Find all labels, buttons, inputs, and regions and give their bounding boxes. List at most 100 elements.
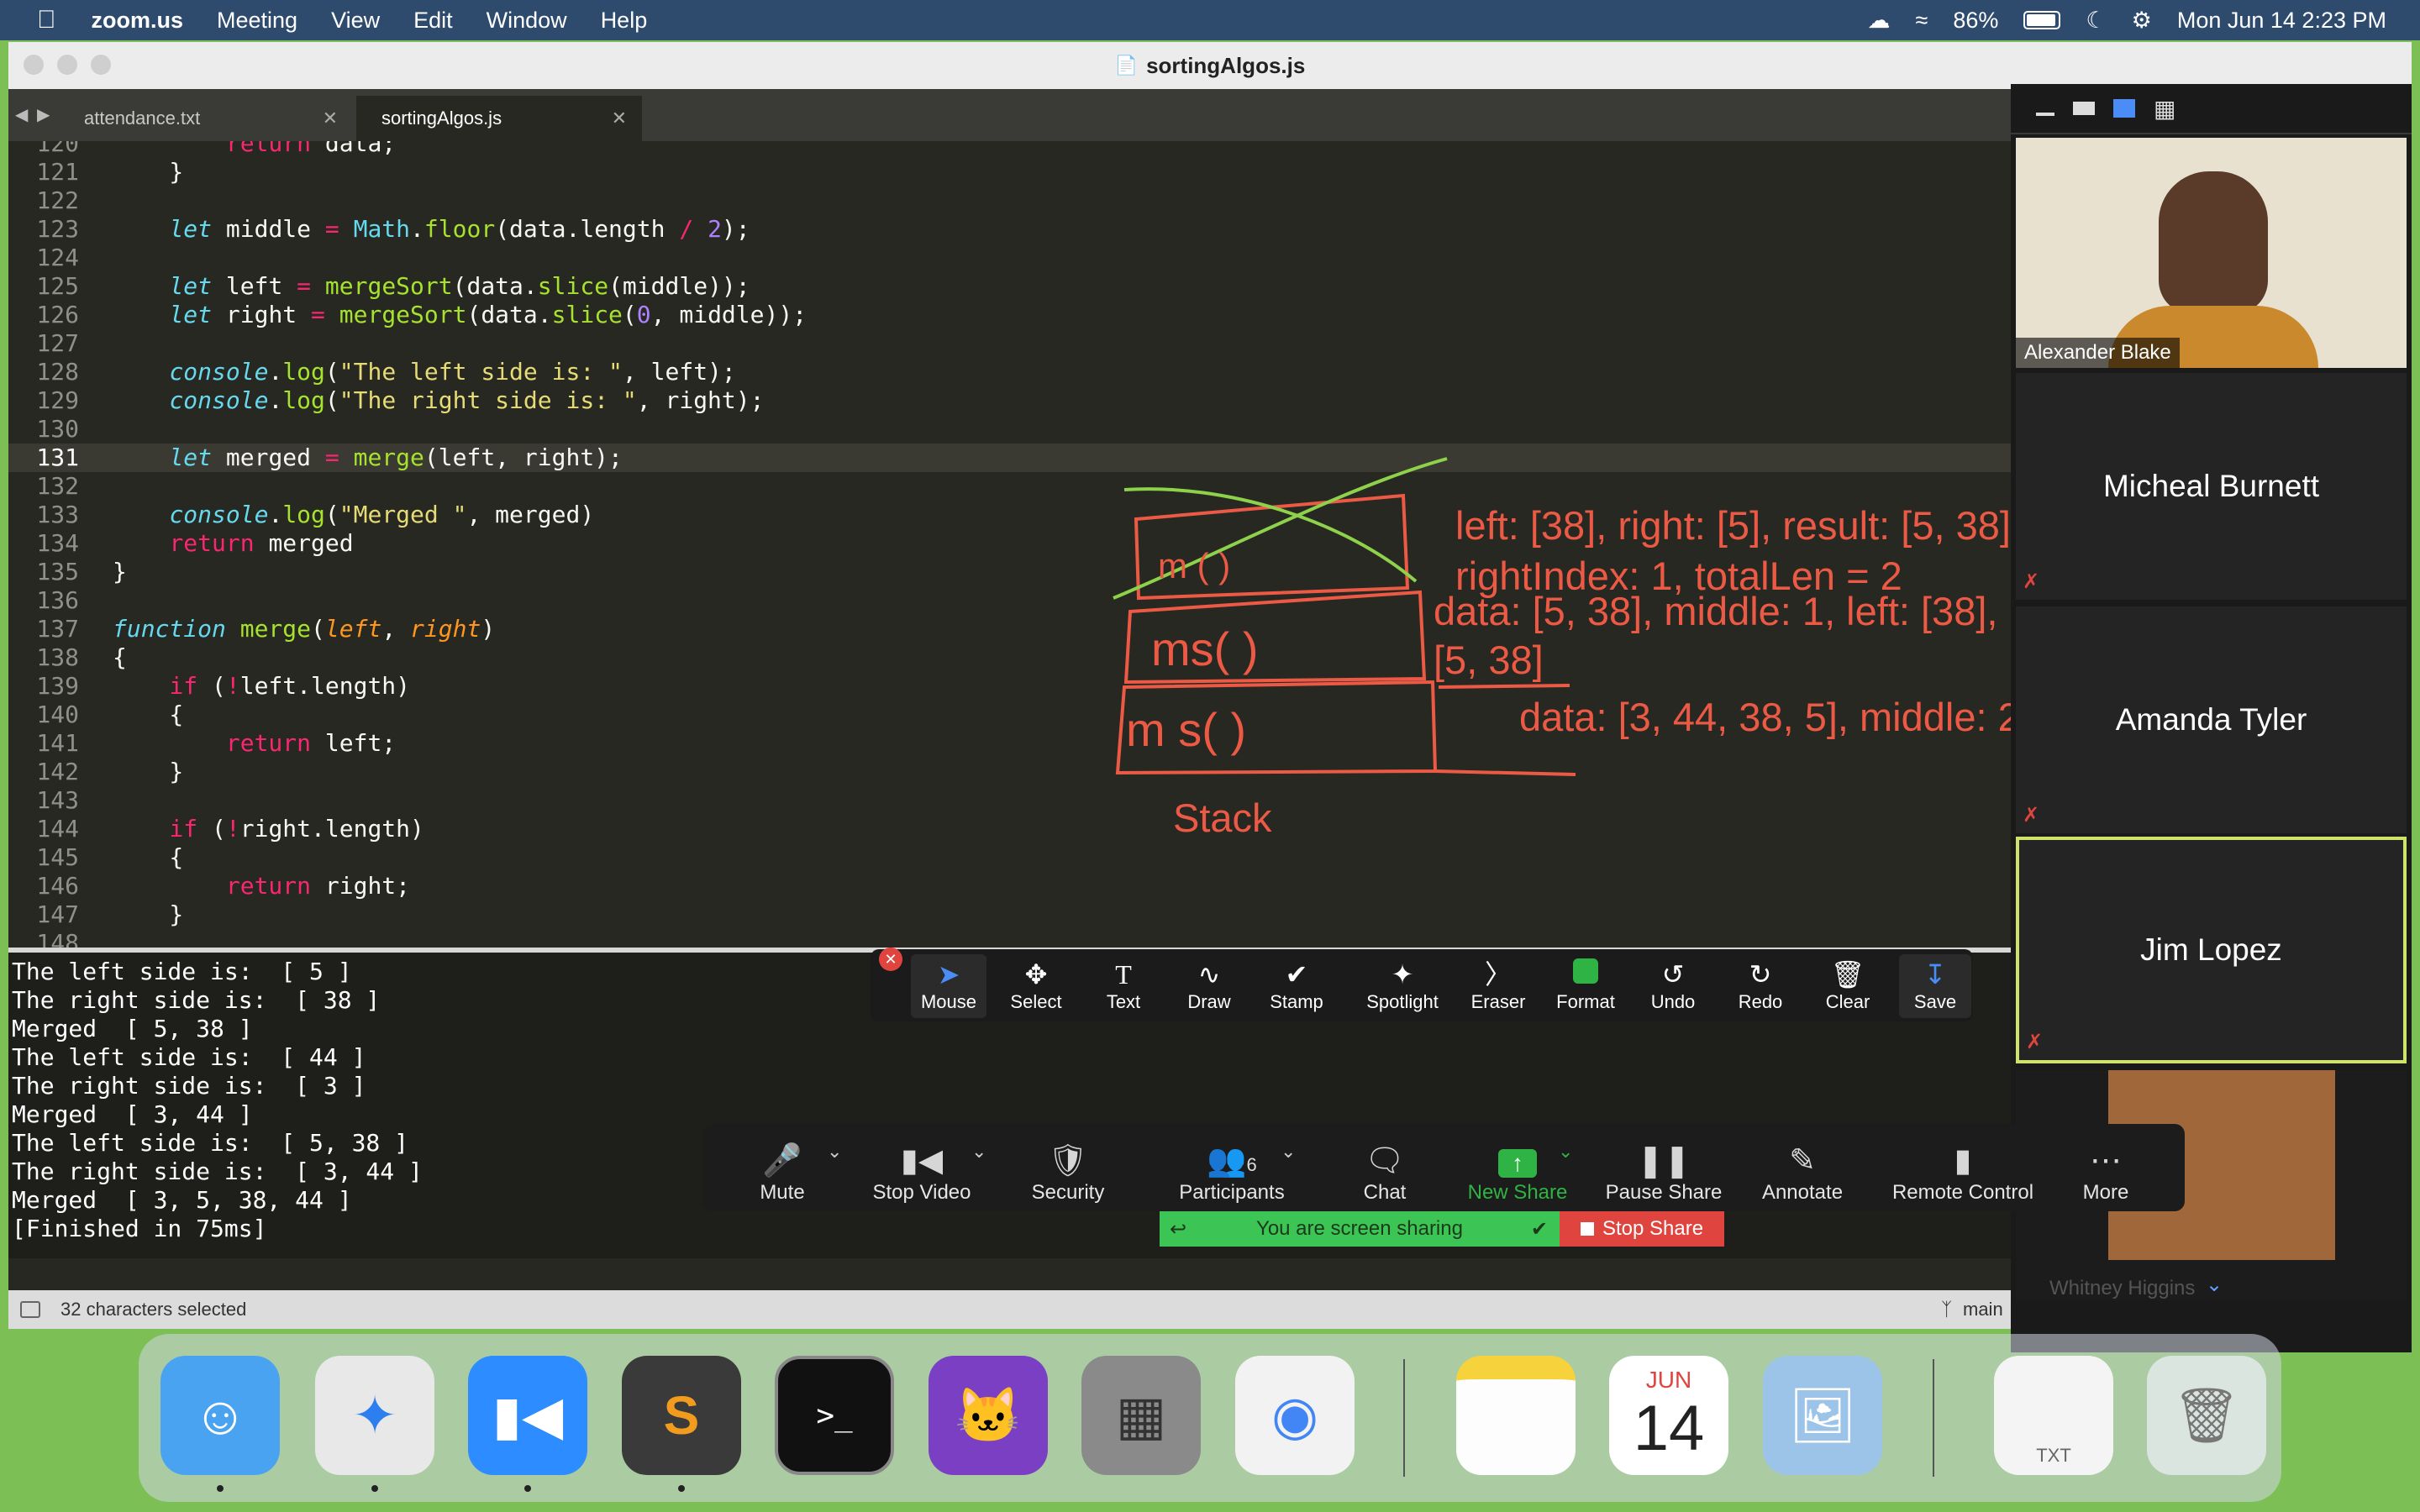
code-line[interactable]: 148 [8, 929, 2017, 948]
code-line[interactable]: 130 [8, 415, 2017, 444]
sublime-text-icon[interactable]: S [622, 1356, 741, 1475]
speaker-view-icon[interactable] [2073, 102, 2095, 115]
security-button[interactable]: 🛡 Security [1013, 1132, 1123, 1205]
code-line[interactable]: 142 } [8, 758, 2017, 786]
chrome-icon[interactable]: ◉ [1235, 1356, 1355, 1475]
running-indicator [217, 1485, 224, 1492]
code-line[interactable]: 126 let right = mergeSort(data.slice(0, … [8, 301, 2017, 329]
txt-document-icon[interactable]: TXT [1994, 1356, 2113, 1475]
chevron-up-icon[interactable]: ⌄ [971, 1141, 986, 1163]
annotate-select-button[interactable]: ✥ Select [998, 954, 1074, 1018]
calculator-icon[interactable]: ▦ [1081, 1356, 1201, 1475]
code-line[interactable]: 125 let left = mergeSort(data.slice(midd… [8, 272, 2017, 301]
git-branch[interactable]: main [1963, 1299, 2003, 1320]
participant-tile-active-speaker[interactable]: Jim Lopez ✗ [2016, 837, 2407, 1063]
annotate-eraser-button[interactable]: 〉 Eraser [1460, 954, 1536, 1018]
minimize-icon[interactable] [2036, 113, 2054, 116]
chevron-up-icon[interactable]: ⌄ [1558, 1141, 1573, 1163]
zoom-window-button[interactable] [91, 55, 111, 75]
tab-sortingalgos[interactable]: sortingAlgos.js ✕ [356, 96, 642, 141]
annotate-clear-button[interactable]: 🗑 Clear [1810, 954, 1886, 1018]
pause-share-button[interactable]: ❚❚ Pause Share [1597, 1132, 1731, 1205]
cloud-upload-icon[interactable]: ☁ [1868, 8, 1891, 34]
code-line[interactable]: 123 let middle = Math.floor(data.length … [8, 215, 2017, 244]
menu-edit[interactable]: Edit [413, 8, 453, 34]
menu-clock[interactable]: Mon Jun 14 2:23 PM [2177, 8, 2386, 34]
battery-percent[interactable]: 86% [1953, 8, 1998, 34]
annotate-text-button[interactable]: T Text [1086, 954, 1161, 1018]
apple-icon[interactable]:  [37, 6, 56, 34]
minimize-window-button[interactable] [57, 55, 77, 75]
code-line[interactable]: 144 if (!right.length) [8, 815, 2017, 843]
trash-icon[interactable]: 🗑 [2147, 1356, 2266, 1475]
code-line[interactable]: 146 return right; [8, 872, 2017, 900]
code-text: if (!right.length) [169, 815, 424, 843]
annotate-spotlight-button[interactable]: ✦ Spotlight [1356, 954, 1449, 1018]
preview-icon[interactable]: 🖼 [1763, 1356, 1882, 1475]
annotate-redo-button[interactable]: ↻ Redo [1723, 954, 1798, 1018]
participant-tile[interactable]: Micheal Burnett ✗ [2016, 373, 2407, 600]
annotate-mouse-button[interactable]: ➤ Mouse [911, 954, 986, 1018]
stop-share-button[interactable]: Stop Share [1560, 1211, 1724, 1247]
sharing-status[interactable]: ↩ You are screen sharing ✔ [1160, 1211, 1560, 1247]
github-desktop-icon[interactable]: 🐱 [929, 1356, 1048, 1475]
code-text: console.log("Merged ", merged) [169, 501, 595, 528]
code-line[interactable]: 127 [8, 329, 2017, 358]
code-line[interactable]: 128 console.log("The left side is: ", le… [8, 358, 2017, 386]
panel-toggle-icon[interactable] [20, 1301, 40, 1318]
notes-icon[interactable] [1456, 1356, 1576, 1475]
tab-attendance[interactable]: attendance.txt ✕ [8, 96, 353, 141]
terminal-icon[interactable]: >_ [775, 1356, 894, 1475]
branch-icon[interactable]: ᛉ [1941, 1299, 1952, 1320]
annotate-format-button[interactable]: Format [1548, 954, 1623, 1018]
zoom-icon[interactable]: ▮◀ [468, 1356, 587, 1475]
close-tab-icon[interactable]: ✕ [612, 108, 627, 129]
code-line[interactable]: 132 [8, 472, 2017, 501]
moon-icon[interactable]: ☾ [2086, 8, 2106, 34]
stop-video-button[interactable]: ▮◀ Stop Video [867, 1132, 976, 1205]
grid-view-icon[interactable]: ▦ [2154, 95, 2175, 123]
close-annotation-icon[interactable]: ✕ [879, 948, 902, 971]
code-line[interactable]: 138 { [8, 643, 2017, 672]
code-line[interactable]: 147 } [8, 900, 2017, 929]
safari-icon[interactable]: ✦ [315, 1356, 434, 1475]
code-line[interactable]: 145 { [8, 843, 2017, 872]
code-line[interactable]: 121 } [8, 158, 2017, 186]
menu-help[interactable]: Help [601, 8, 648, 34]
more-button[interactable]: ⋯ More [2064, 1132, 2148, 1205]
finder-icon[interactable]: ☺ [160, 1356, 280, 1475]
annotate-button[interactable]: ✎ Annotate [1748, 1132, 1857, 1205]
annotate-draw-button[interactable]: ∿ Draw [1171, 954, 1247, 1018]
menu-meeting[interactable]: Meeting [217, 8, 297, 34]
chevron-down-icon[interactable]: ⌄ [2206, 1273, 2223, 1297]
chevron-up-icon[interactable]: ⌄ [827, 1141, 842, 1163]
participant-tile-video[interactable]: Alexander Blake [2016, 138, 2407, 368]
battery-icon[interactable] [2023, 11, 2061, 29]
code-line[interactable]: 131 let merged = merge(left, right); [8, 444, 2017, 472]
annotate-undo-button[interactable]: ↺ Undo [1635, 954, 1711, 1018]
code-line[interactable]: 129 console.log("The right side is: ", r… [8, 386, 2017, 415]
code-line[interactable]: 120 return data; [8, 141, 2017, 158]
wifi-icon[interactable]: ≈ [1916, 8, 1928, 34]
annotate-label: Text [1106, 991, 1141, 1012]
menu-view[interactable]: View [331, 8, 380, 34]
chat-button[interactable]: 🗨 Chat [1334, 1132, 1435, 1205]
annotate-stamp-button[interactable]: ✔ Stamp [1259, 954, 1334, 1018]
code-line[interactable]: 122 [8, 186, 2017, 215]
code-line[interactable]: 124 [8, 244, 2017, 272]
menu-app-name[interactable]: zoom.us [92, 8, 184, 34]
annotate-save-button[interactable]: ↧ Save [1899, 954, 1971, 1018]
participant-tile[interactable]: Amanda Tyler ✗ [2016, 606, 2407, 833]
code-line[interactable]: 143 [8, 786, 2017, 815]
close-tab-icon[interactable]: ✕ [323, 108, 338, 129]
mute-button[interactable]: 🎤 Mute [736, 1132, 829, 1205]
participant-count: 6 [1246, 1154, 1257, 1175]
close-window-button[interactable] [24, 55, 44, 75]
menu-window[interactable]: Window [487, 8, 567, 34]
control-center-icon[interactable]: ⚙ [2132, 8, 2152, 34]
side-by-side-icon[interactable] [2113, 99, 2135, 118]
move-icon: ✥ [1024, 959, 1048, 990]
chevron-up-icon[interactable]: ⌄ [1281, 1141, 1296, 1163]
calendar-icon[interactable]: JUN 14 [1609, 1356, 1728, 1475]
remote-control-button[interactable]: ▮ Remote Control [1879, 1132, 2047, 1205]
